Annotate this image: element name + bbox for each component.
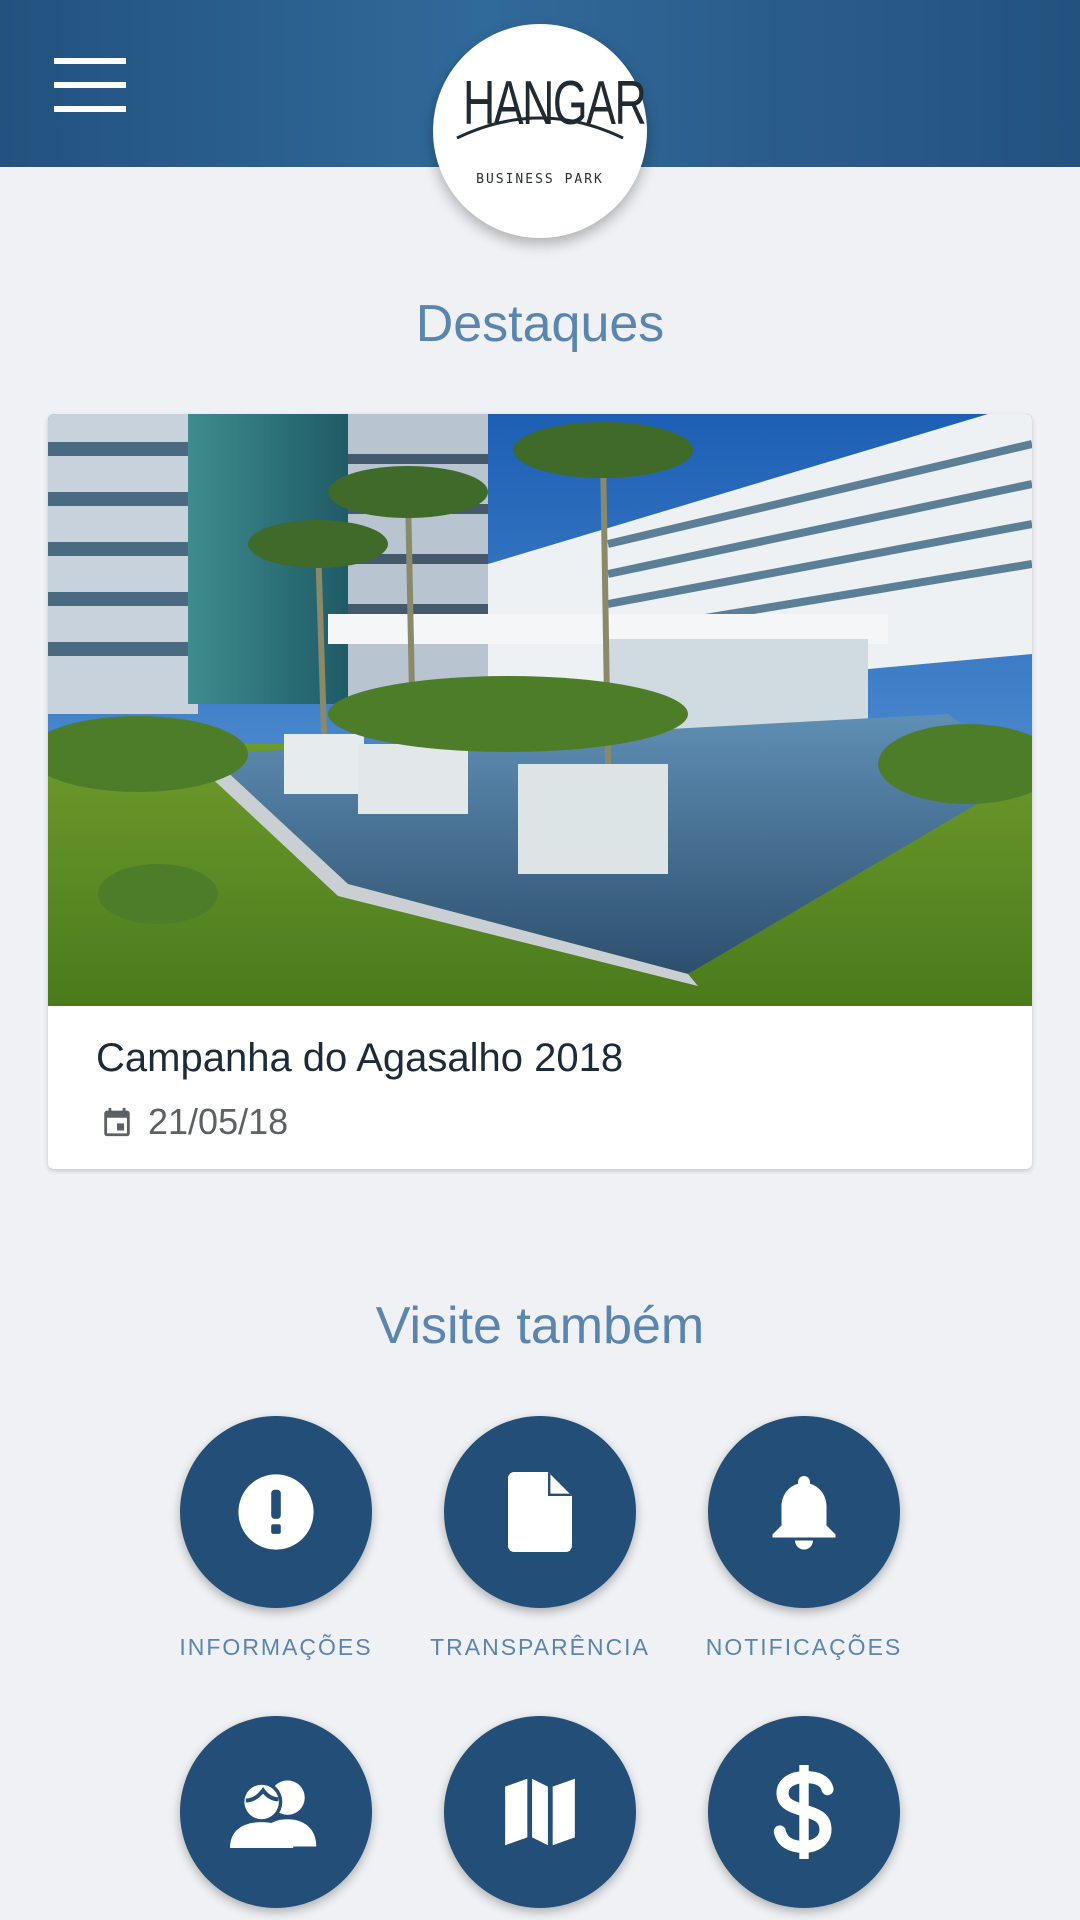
- calendar-icon: [104, 1107, 130, 1137]
- document-icon: [508, 1472, 572, 1552]
- people-shortcut[interactable]: [146, 1716, 406, 1908]
- logo-subtitle: BUSINESS PARK: [476, 172, 604, 187]
- hamburger-menu-icon[interactable]: [50, 58, 126, 116]
- card-image: [48, 414, 1032, 1006]
- transparency-button[interactable]: [444, 1416, 636, 1608]
- finance-button[interactable]: [708, 1716, 900, 1908]
- people-icon: [230, 1780, 317, 1848]
- card-date: 21/05/18: [148, 1101, 289, 1142]
- notifications-shortcut[interactable]: NOTIFICAÇÕES: [674, 1416, 934, 1661]
- map-icon: [505, 1778, 575, 1846]
- highlights-title: Destaques: [415, 295, 665, 353]
- finance-shortcut[interactable]: [674, 1716, 934, 1908]
- logo[interactable]: HANGAR BUSINESS PARK: [433, 24, 647, 238]
- card-title: Campanha do Agasalho 2018: [96, 1036, 624, 1080]
- people-button[interactable]: [180, 1716, 372, 1908]
- card-date-row: 21/05/18: [100, 1100, 288, 1144]
- logo-swoosh-icon: [456, 116, 624, 140]
- notifications-button[interactable]: [708, 1416, 900, 1608]
- bell-icon: [772, 1476, 836, 1550]
- info-exclamation-icon: [238, 1474, 314, 1550]
- dollar-icon: [773, 1765, 834, 1859]
- map-shortcut[interactable]: [410, 1716, 670, 1908]
- highlight-card[interactable]: Campanha do Agasalho 2018 21/05/18: [48, 414, 1032, 1169]
- transparency-shortcut[interactable]: TRANSPARÊNCIA: [410, 1416, 670, 1661]
- notifications-label: NOTIFICAÇÕES: [705, 1634, 903, 1660]
- visit-title: Visite também: [375, 1297, 705, 1355]
- info-label: INFORMAÇÕES: [179, 1634, 373, 1660]
- transparency-label: TRANSPARÊNCIA: [430, 1634, 650, 1660]
- info-shortcut[interactable]: INFORMAÇÕES: [146, 1416, 406, 1661]
- info-button[interactable]: [180, 1416, 372, 1608]
- map-button[interactable]: [444, 1716, 636, 1908]
